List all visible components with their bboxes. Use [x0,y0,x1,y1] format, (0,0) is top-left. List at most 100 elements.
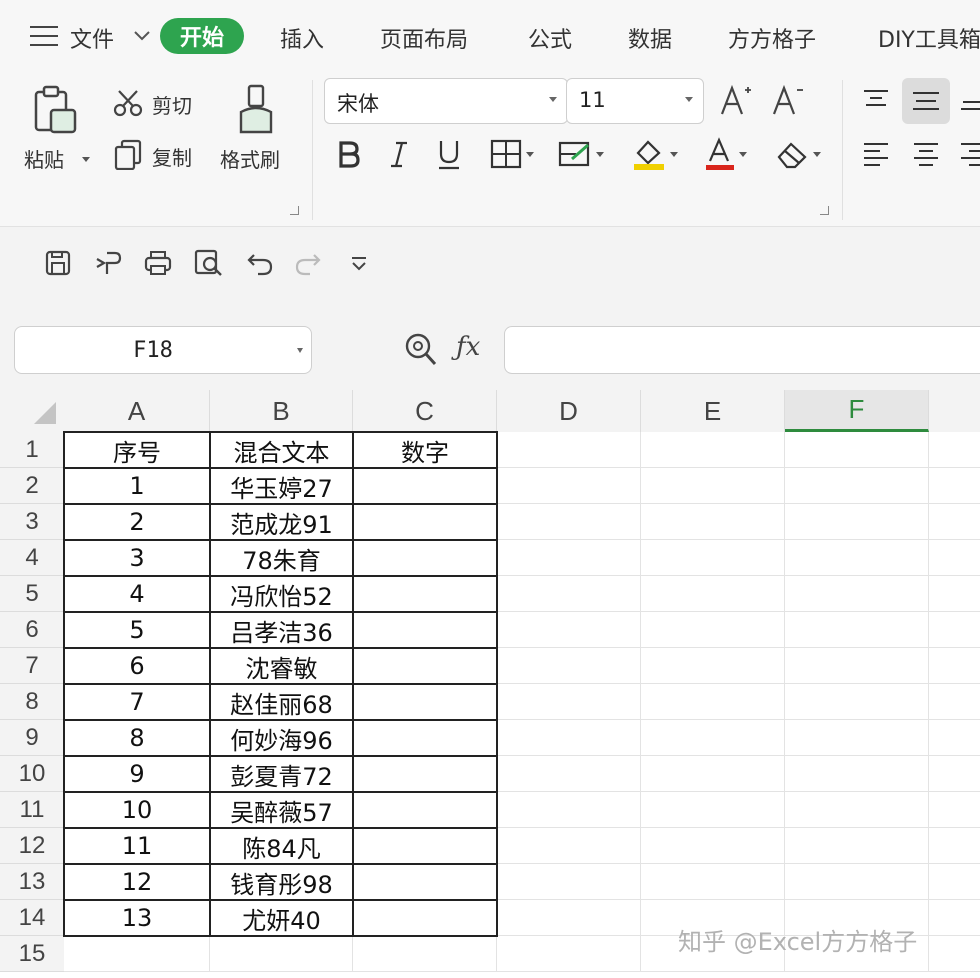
row-header-4[interactable]: 4 [0,540,64,576]
formula-input[interactable] [504,326,980,374]
cell-c7[interactable] [353,648,497,684]
column-header-b[interactable]: B [210,390,353,432]
row-header-12[interactable]: 12 [0,828,64,864]
row-header-10[interactable]: 10 [0,756,64,792]
cell-a14[interactable]: 13 [64,900,210,936]
cell-a9[interactable]: 8 [64,720,210,756]
menu-file[interactable]: 文件 [70,22,114,54]
select-all-button[interactable] [0,390,64,432]
cell-b2[interactable]: 华玉婷27 [210,468,353,504]
cell-style-icon[interactable] [554,136,608,172]
font-size-select[interactable]: 11 [566,78,704,124]
undo-icon[interactable] [244,247,276,279]
name-box[interactable]: F18 [14,326,312,374]
clipboard-dialog-launcher-icon[interactable] [290,206,299,215]
row-header-6[interactable]: 6 [0,612,64,648]
cell-a7[interactable]: 6 [64,648,210,684]
redo-icon[interactable] [292,247,324,279]
cell-c12[interactable] [353,828,497,864]
paste-icon[interactable] [30,82,80,138]
cell-c2[interactable] [353,468,497,504]
cell-a1[interactable]: 序号 [64,432,210,468]
cell-a6[interactable]: 5 [64,612,210,648]
align-right-icon[interactable] [958,136,980,172]
cell-a5[interactable]: 4 [64,576,210,612]
row-header-7[interactable]: 7 [0,648,64,684]
cell-b11[interactable]: 吴醉薇57 [210,792,353,828]
export-pdf-icon[interactable] [92,247,124,279]
align-bottom-icon[interactable] [958,82,980,118]
copy-button[interactable]: 复制 [152,142,192,171]
row-header-1[interactable]: 1 [0,432,64,468]
cell-a2[interactable]: 1 [64,468,210,504]
cell-c8[interactable] [353,684,497,720]
cell-a3[interactable]: 2 [64,504,210,540]
bold-icon[interactable] [334,136,364,172]
cell-a10[interactable]: 9 [64,756,210,792]
row-header-5[interactable]: 5 [0,576,64,612]
tab-home[interactable]: 开始 [160,18,245,54]
hamburger-menu-icon[interactable] [30,26,58,46]
row-header-3[interactable]: 3 [0,504,64,540]
cell-a4[interactable]: 3 [64,540,210,576]
cell-c9[interactable] [353,720,497,756]
cell-b4[interactable]: 78朱育 [210,540,353,576]
column-header-e[interactable]: E [641,390,785,432]
cell-b8[interactable]: 赵佳丽68 [210,684,353,720]
align-top-icon[interactable] [858,82,894,118]
cell-c6[interactable] [353,612,497,648]
cell-a12[interactable]: 11 [64,828,210,864]
row-header-2[interactable]: 2 [0,468,64,504]
row-header-13[interactable]: 13 [0,864,64,900]
tab-page-layout[interactable]: 页面布局 [380,22,468,54]
customize-toolbar-icon[interactable] [346,251,372,277]
font-dialog-launcher-icon[interactable] [820,206,829,215]
cell-c11[interactable] [353,792,497,828]
align-center-icon[interactable] [908,136,944,172]
column-header-a[interactable]: A [64,390,210,432]
cell-b6[interactable]: 吕孝洁36 [210,612,353,648]
fill-color-icon[interactable] [628,136,682,172]
tab-diy-toolbox[interactable]: DIY工具箱 [878,22,980,54]
cut-button[interactable]: 剪切 [152,90,192,119]
italic-icon[interactable] [384,136,414,172]
cell-c5[interactable] [353,576,497,612]
row-header-11[interactable]: 11 [0,792,64,828]
cell-b14[interactable]: 尤妍40 [210,900,353,936]
column-header-c[interactable]: C [353,390,497,432]
tab-formulas[interactable]: 公式 [528,22,572,54]
row-header-15[interactable]: 15 [0,936,64,972]
underline-icon[interactable] [434,136,464,172]
paste-button[interactable]: 粘贴 [24,144,64,173]
cell-c4[interactable] [353,540,497,576]
align-middle-icon[interactable] [902,78,950,124]
cell-c1[interactable]: 数字 [353,432,497,468]
cell-b3[interactable]: 范成龙91 [210,504,353,540]
save-icon[interactable] [42,247,74,279]
copy-icon[interactable] [112,138,144,170]
align-left-icon[interactable] [858,136,894,172]
cell-b10[interactable]: 彭夏青72 [210,756,353,792]
cell-a8[interactable]: 7 [64,684,210,720]
chevron-down-icon[interactable] [132,24,152,48]
row-header-9[interactable]: 9 [0,720,64,756]
scissors-icon[interactable] [112,88,144,118]
decrease-font-size-icon[interactable] [770,80,806,120]
print-preview-icon[interactable] [192,247,226,279]
cell-a13[interactable]: 12 [64,864,210,900]
cell-b12[interactable]: 陈84凡 [210,828,353,864]
format-painter-button[interactable]: 格式刷 [220,144,280,173]
cell-b1[interactable]: 混合文本 [210,432,353,468]
column-header-d[interactable]: D [497,390,641,432]
cell-b5[interactable]: 冯欣怡52 [210,576,353,612]
cell-c10[interactable] [353,756,497,792]
zoom-search-icon[interactable] [402,330,440,370]
cell-b13[interactable]: 钱育彤98 [210,864,353,900]
tab-data[interactable]: 数据 [628,22,672,54]
cell-b7[interactable]: 沈睿敏 [210,648,353,684]
eraser-icon[interactable] [770,136,826,172]
insert-function-icon[interactable]: ƒx [456,332,480,362]
print-icon[interactable] [142,247,174,279]
column-header-f[interactable]: F [785,390,929,432]
paste-dropdown-icon[interactable] [78,152,90,166]
